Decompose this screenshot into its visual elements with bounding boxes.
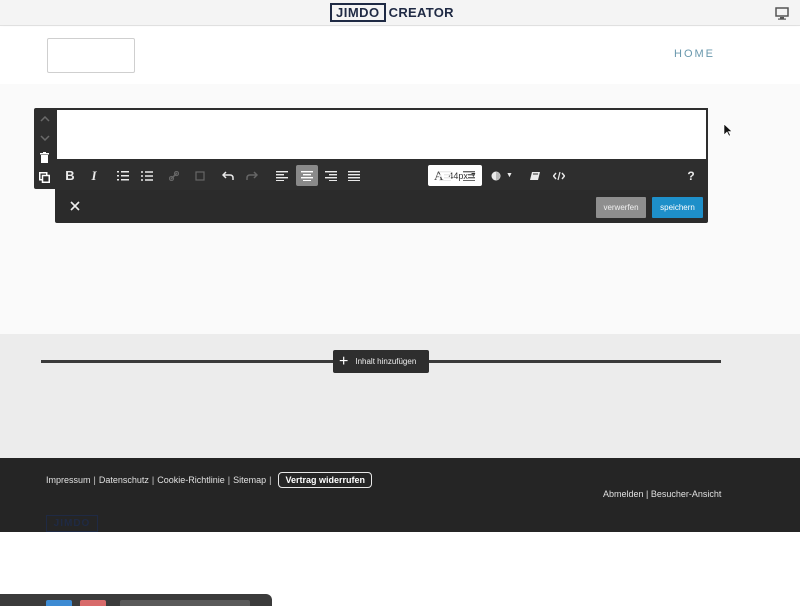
logo-placeholder[interactable] (47, 38, 135, 73)
jimdo-creator-brand: JIMDO CREATOR (330, 3, 454, 22)
italic-icon[interactable]: I (86, 165, 102, 186)
trash-icon[interactable] (34, 148, 55, 166)
site-footer: Impressum | Datenschutz | Cookie-Richtli… (0, 458, 800, 532)
editor-action-bar: verwerfen speichern (55, 190, 708, 223)
move-down-icon[interactable] (34, 129, 55, 147)
close-icon[interactable] (67, 198, 83, 214)
site-header: HOME (0, 27, 800, 84)
footer-separator: | (269, 475, 272, 485)
footer-link-cookie[interactable]: Cookie-Richtlinie (157, 475, 225, 485)
bullet-list-icon[interactable] (138, 165, 156, 186)
text-color-dropdown[interactable]: ▼ (487, 165, 517, 186)
tray-item-red[interactable] (80, 600, 106, 606)
save-button[interactable]: speichern (652, 197, 703, 218)
footer-account-links[interactable]: Abmelden | Besucher-Ansicht (603, 489, 721, 499)
source-code-icon[interactable] (550, 165, 568, 186)
mouse-cursor-icon (723, 123, 733, 137)
footer-link-datenschutz[interactable]: Datenschutz (99, 475, 149, 485)
tray-item-blue[interactable] (46, 600, 72, 606)
outdent-icon[interactable] (460, 165, 478, 186)
brand-logo-text: CREATOR (388, 5, 454, 20)
footer-separator: | (93, 475, 96, 485)
add-content-label: Inhalt hinzufügen (355, 357, 417, 366)
brand-logo-box: JIMDO (330, 3, 386, 22)
align-left-icon[interactable] (273, 165, 291, 186)
nav-item-home[interactable]: HOME (674, 48, 715, 60)
ordered-list-icon[interactable] (114, 165, 132, 186)
unlink-icon[interactable] (192, 165, 208, 186)
move-up-icon[interactable] (34, 110, 55, 128)
footer-links: Impressum | Datenschutz | Cookie-Richtli… (46, 472, 373, 488)
footer-separator: | (151, 475, 155, 485)
help-icon[interactable]: ? (681, 165, 701, 186)
top-bar: JIMDO CREATOR (0, 0, 800, 26)
bold-icon[interactable]: B (62, 165, 78, 186)
color-drop-icon (491, 171, 501, 180)
chevron-down-icon: ▼ (506, 172, 513, 179)
tray-item-text[interactable] (120, 600, 250, 606)
plus-icon: + (339, 352, 349, 370)
add-content-button[interactable]: + Inhalt hinzufügen (333, 350, 429, 373)
copy-icon[interactable] (34, 168, 55, 186)
link-icon[interactable] (166, 165, 182, 186)
discard-button[interactable]: verwerfen (596, 197, 646, 218)
bottom-tray (0, 594, 272, 606)
formatting-toolbar: B I A 44px ▼ ▼ ? (55, 161, 708, 190)
clear-formatting-icon[interactable] (526, 165, 544, 186)
align-right-icon[interactable] (322, 165, 340, 186)
monitor-icon[interactable] (775, 5, 789, 21)
align-justify-icon[interactable] (345, 165, 363, 186)
indent-icon[interactable] (436, 165, 454, 186)
revoke-contract-button[interactable]: Vertrag widerrufen (278, 472, 373, 488)
undo-icon[interactable] (219, 165, 237, 186)
add-content-section: + Inhalt hinzufügen (0, 334, 800, 458)
footer-link-sitemap[interactable]: Sitemap (233, 475, 266, 485)
heading-text-editor[interactable] (55, 108, 708, 161)
footer-separator: | (227, 475, 231, 485)
element-rail (34, 108, 55, 189)
footer-link-impressum[interactable]: Impressum (46, 475, 91, 485)
redo-icon[interactable] (243, 165, 261, 186)
footer-jimdo-logo[interactable]: JIMDO (46, 515, 98, 532)
align-center-icon[interactable] (296, 165, 318, 186)
